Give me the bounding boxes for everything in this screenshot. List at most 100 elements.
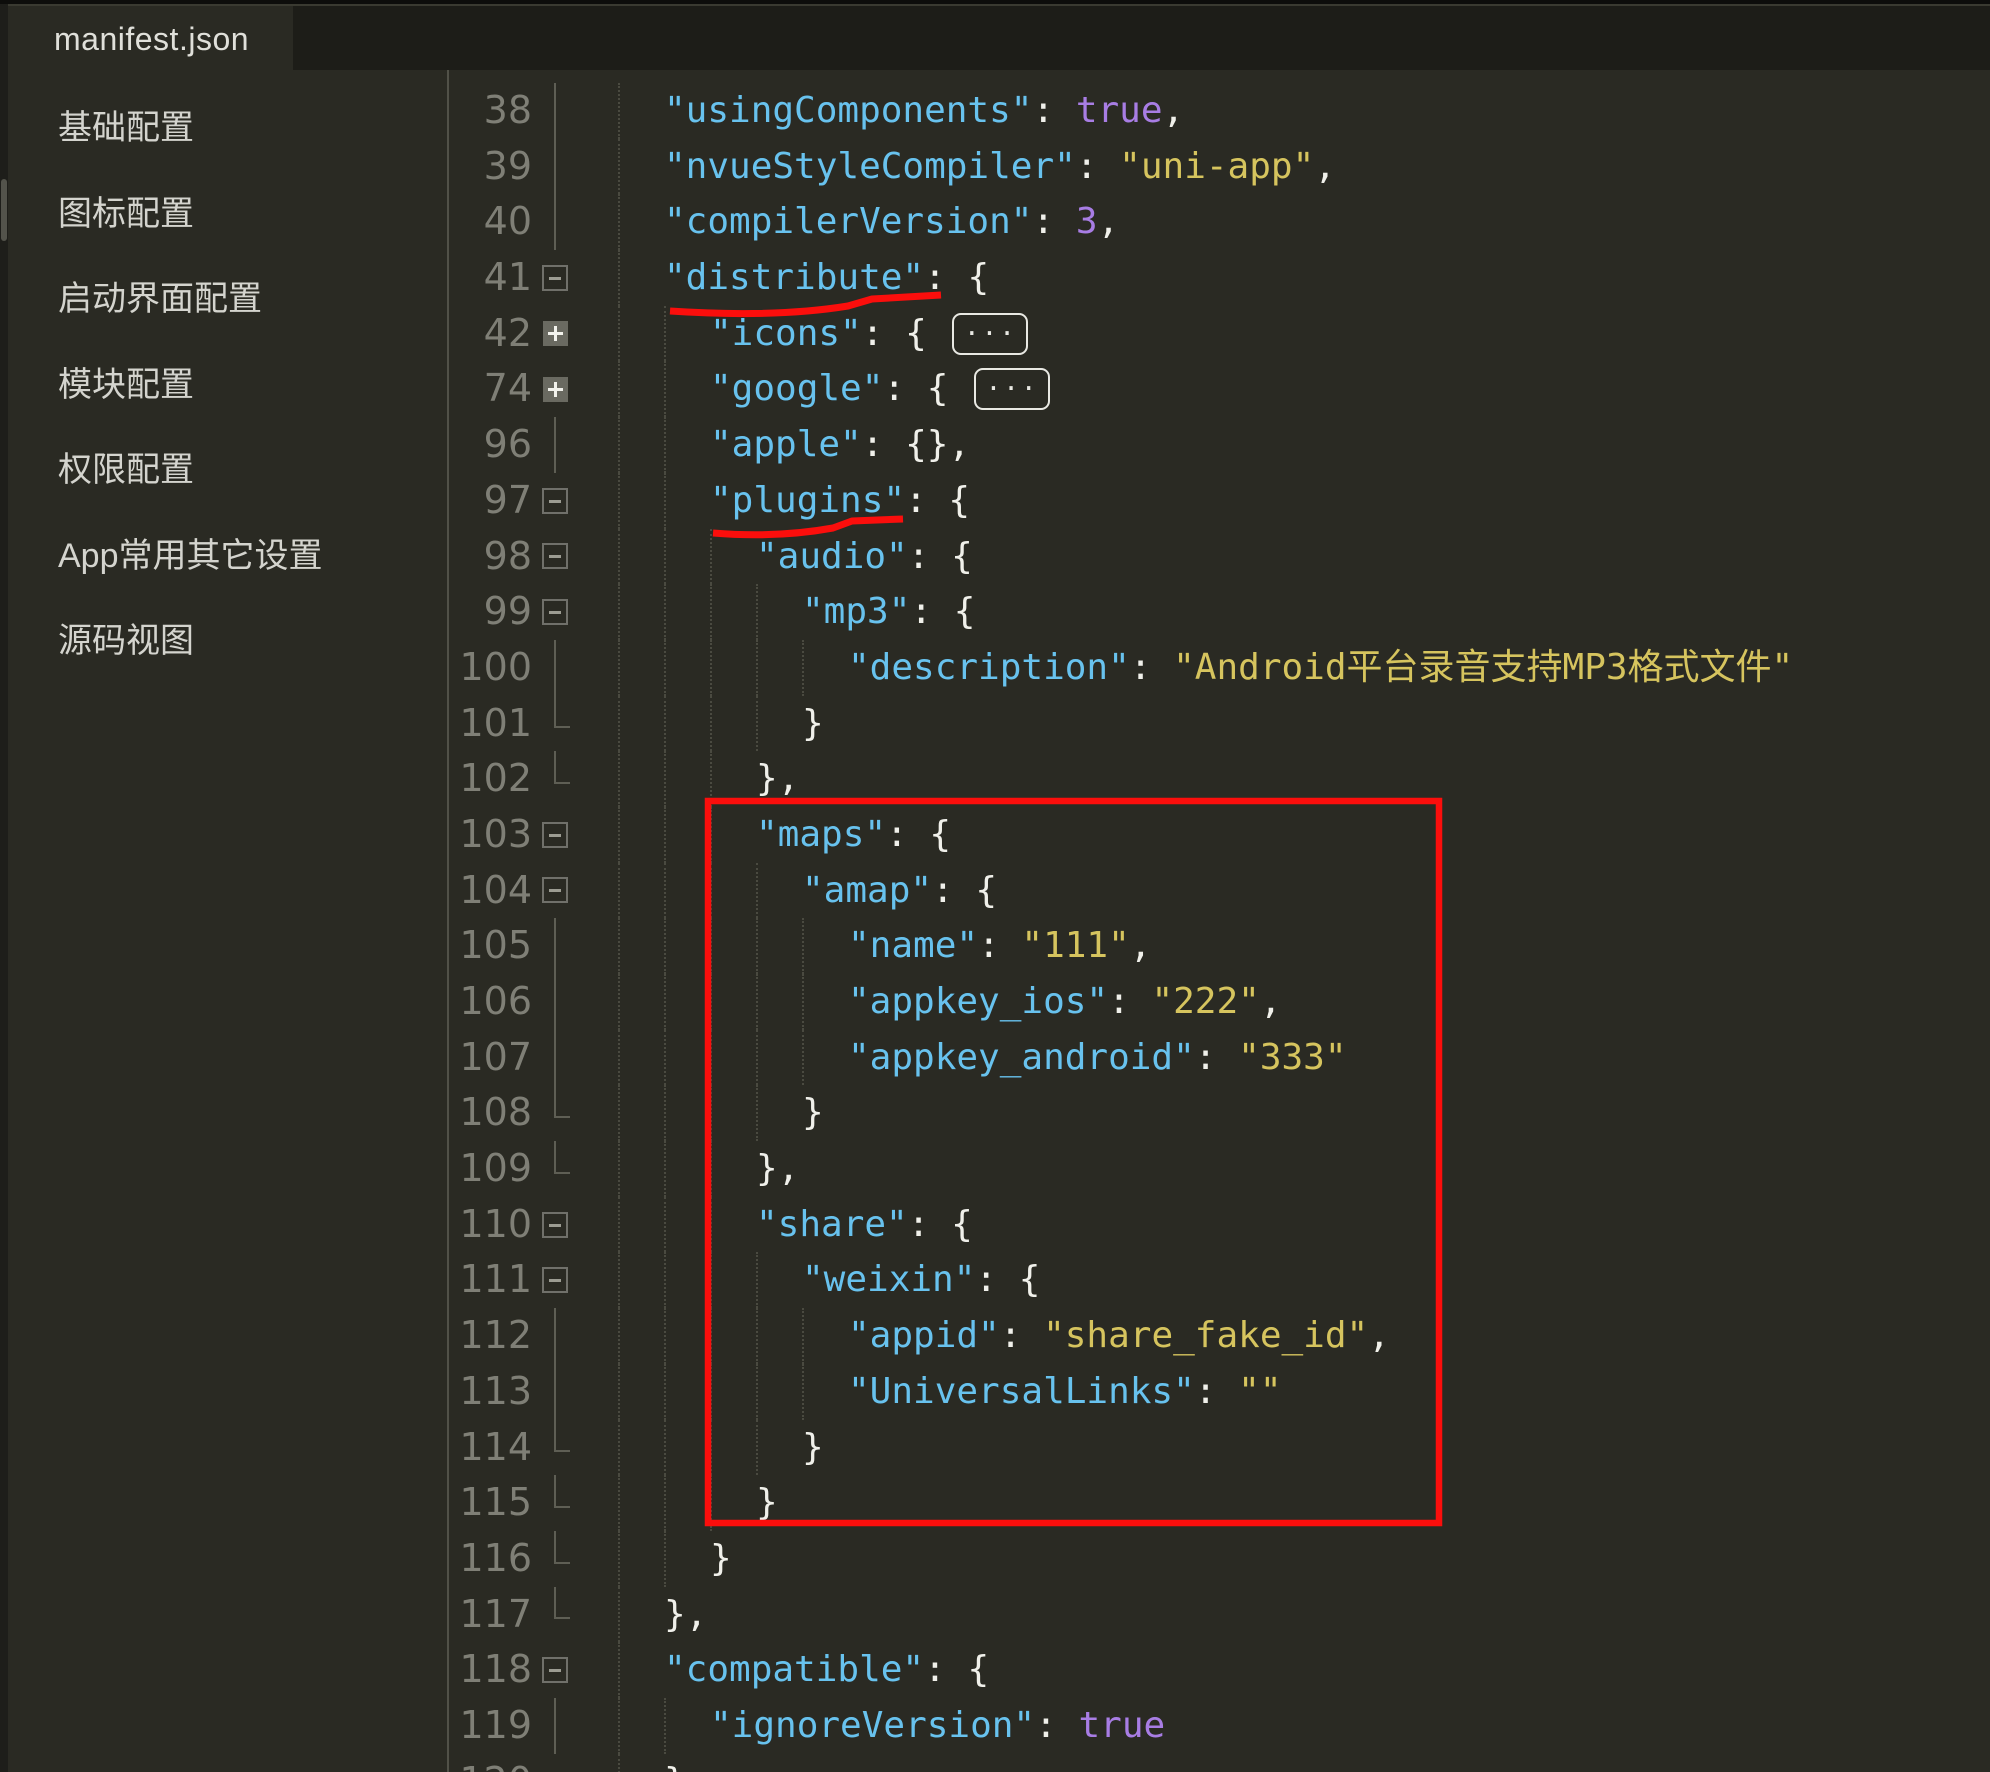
code-text[interactable]: "appkey_android": "333" [578,1030,1990,1086]
code-text[interactable]: "description": "Android平台录音支持MP3格式文件" [578,640,1990,696]
code-text[interactable]: } [578,1085,1990,1141]
code-text[interactable]: "compatible": { [578,1642,1990,1698]
code-text[interactable]: "compilerVersion": 3, [578,194,1990,250]
sidebar-item-2[interactable]: 启动界面配置 [8,253,447,339]
code-text[interactable]: "appid": "share_fake_id", [578,1308,1990,1364]
indent-guide [664,1364,710,1420]
code-text[interactable]: } [578,1475,1990,1531]
indent-guide [710,807,756,863]
code-token: "amap" [802,863,932,919]
indent-guide [664,361,710,417]
code-token: "appkey_ios" [848,974,1108,1030]
code-text[interactable]: "weixin": { [578,1252,1990,1308]
line-number: 104 [449,863,532,919]
sidebar-item-6[interactable]: 源码视图 [8,595,447,681]
code-text[interactable]: "audio": { [578,529,1990,585]
collapsed-code-ellipsis[interactable]: ··· [974,368,1050,410]
line-number: 117 [449,1587,532,1643]
indent-guide [664,1531,710,1587]
line-number: 120 [449,1754,532,1772]
line-number: 115 [449,1475,532,1531]
code-text[interactable]: "UniversalLinks": "" [578,1364,1990,1420]
code-token: : { [883,361,970,417]
code-token: , [1163,83,1185,139]
tab-manifest-json[interactable]: manifest.json [8,6,293,72]
code-text[interactable]: } [578,1754,1990,1772]
fold-collapse-button[interactable] [542,1657,568,1683]
fold-collapse-button[interactable] [542,1212,568,1238]
code-text[interactable]: "distribute": { [578,250,1990,306]
collapsed-code-ellipsis[interactable]: ··· [952,313,1028,355]
indent-guide [664,751,710,807]
fold-collapse-button[interactable] [542,265,568,291]
code-text[interactable]: "name": "111", [578,918,1990,974]
indent-guide [618,1475,664,1531]
indent-guide [664,640,710,696]
code-text[interactable]: }, [578,751,1990,807]
code-text[interactable]: }, [578,1141,1990,1197]
indent-guide [664,1252,710,1308]
left-scrollbar-thumb[interactable] [1,179,7,241]
code-text[interactable]: "nvueStyleCompiler": "uni-app", [578,139,1990,195]
code-text[interactable]: "maps": { [578,807,1990,863]
fold-range-line [554,1698,556,1754]
code-text[interactable]: "google": { ··· [578,361,1990,417]
code-token: "" [1238,1364,1281,1420]
code-token: "ignoreVersion" [710,1698,1035,1754]
fold-expand-button[interactable] [543,377,568,402]
fold-gutter [532,194,578,250]
fold-collapse-button[interactable] [542,1267,568,1293]
sidebar-item-1[interactable]: 图标配置 [8,168,447,254]
code-text[interactable]: "ignoreVersion": true [578,1698,1990,1754]
fold-gutter [532,1252,578,1308]
code-token: "usingComponents" [664,83,1032,139]
fold-gutter [532,584,578,640]
code-line: 39"nvueStyleCompiler": "uni-app", [449,139,1990,195]
fold-expand-button[interactable] [543,321,568,346]
fold-end-marker [554,1141,556,1172]
code-token: "share" [756,1197,908,1253]
code-text[interactable]: "share": { [578,1197,1990,1253]
code-text[interactable]: "usingComponents": true, [578,83,1990,139]
line-number: 110 [449,1197,532,1253]
indent-guide [664,1141,710,1197]
fold-end-marker [554,1475,556,1506]
sidebar-item-0[interactable]: 基础配置 [8,82,447,168]
code-text[interactable]: "apple": {}, [578,417,1990,473]
sidebar-item-4[interactable]: 权限配置 [8,424,447,510]
code-line: 110 "share": { [449,1197,1990,1253]
code-text[interactable]: "plugins": { [578,473,1990,529]
code-text[interactable]: "amap": { [578,863,1990,919]
tab-title: manifest.json [54,21,249,58]
code-token: : { [910,584,975,640]
fold-collapse-button[interactable] [542,543,568,569]
fold-collapse-button[interactable] [542,488,568,514]
code-editor[interactable]: 38"usingComponents": true,39"nvueStyleCo… [449,70,1990,1772]
code-line: 74"google": { ··· [449,361,1990,417]
code-token: : [1195,1364,1238,1420]
fold-collapse-button[interactable] [542,822,568,848]
fold-collapse-button[interactable] [542,877,568,903]
indent-guide [710,1475,756,1531]
fold-range-line [554,139,556,195]
indent-guide [710,1085,756,1141]
sidebar-item-label: 启动界面配置 [58,271,262,320]
fold-range-line [554,1308,556,1364]
code-token: : { [924,1642,989,1698]
code-token: : { [924,250,989,306]
code-line: 42"icons": { ··· [449,306,1990,362]
code-text[interactable]: } [578,696,1990,752]
indent-guide [710,1308,756,1364]
fold-collapse-button[interactable] [542,599,568,625]
code-text[interactable]: "appkey_ios": "222", [578,974,1990,1030]
sidebar-item-5[interactable]: App常用其它设置 [8,510,447,596]
code-text[interactable]: } [578,1420,1990,1476]
indent-guide [756,1364,802,1420]
code-text[interactable]: }, [578,1587,1990,1643]
indent-guide [664,974,710,1030]
code-text[interactable]: "icons": { ··· [578,306,1990,362]
code-line: 98"audio": { [449,529,1990,585]
code-text[interactable]: "mp3": { [578,584,1990,640]
sidebar-item-3[interactable]: 模块配置 [8,339,447,425]
code-text[interactable]: } [578,1531,1990,1587]
